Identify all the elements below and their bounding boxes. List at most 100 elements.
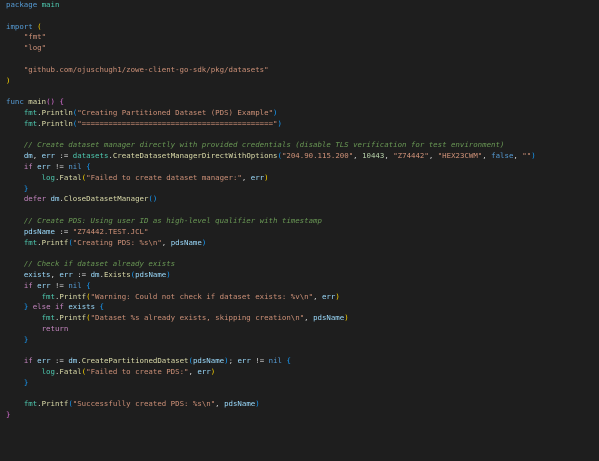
code-token: // Check if dataset already exists <box>23 259 176 269</box>
code-line[interactable] <box>6 130 536 141</box>
code-token: "log" <box>23 43 47 53</box>
code-line[interactable] <box>6 205 536 216</box>
code-line[interactable]: log.Fatal("Failed to create PDS:", err) <box>6 367 536 378</box>
code-token: Println <box>41 118 73 128</box>
code-line[interactable]: dm, err := datasets.CreateDatasetManager… <box>6 151 536 162</box>
code-line[interactable]: } <box>6 410 536 421</box>
code-line[interactable]: return <box>6 324 536 335</box>
code-line[interactable]: } <box>6 184 536 195</box>
code-line[interactable] <box>6 389 536 400</box>
code-line[interactable] <box>6 54 536 65</box>
code-line[interactable]: // Check if dataset already exists <box>6 259 536 270</box>
code-token: ) <box>273 107 278 117</box>
code-token: ) <box>201 237 207 247</box>
code-token: { <box>286 356 291 366</box>
code-token: Printf <box>59 291 87 301</box>
code-line[interactable]: "github.com/ojuschugh1/zowe-client-go-sd… <box>6 65 536 76</box>
code-token: , <box>313 291 322 301</box>
code-token: } <box>23 334 29 344</box>
code-token: pdsName <box>224 399 256 409</box>
code-line[interactable]: package main <box>6 0 536 11</box>
code-token: Printf <box>41 237 69 247</box>
code-token: "HEX23CWM" <box>437 151 483 161</box>
code-token: main <box>41 0 60 9</box>
code-token: := <box>54 151 73 161</box>
code-line[interactable]: fmt.Printf("Successfully created PDS: %s… <box>6 399 536 410</box>
code-token: ( <box>37 21 42 31</box>
code-line[interactable]: fmt.Println("Creating Partitioned Datase… <box>6 108 536 119</box>
code-line[interactable]: func main() { <box>6 97 536 108</box>
code-line[interactable] <box>6 11 536 22</box>
code-token: := <box>54 226 73 236</box>
code-line[interactable]: } <box>6 335 536 346</box>
code-token: "Dataset %s already exists, skipping cre… <box>90 313 305 323</box>
code-token: nil <box>268 356 282 366</box>
code-line[interactable]: if err := dm.CreatePartitionedDataset(pd… <box>6 356 536 367</box>
code-token: } <box>6 410 11 420</box>
code-token: fmt <box>23 118 38 128</box>
code-line[interactable]: fmt.Printf("Dataset %s already exists, s… <box>6 313 536 324</box>
code-line[interactable]: if err != nil { <box>6 162 536 173</box>
code-token: , <box>161 237 171 247</box>
code-line[interactable] <box>6 86 536 97</box>
code-token: datasets <box>72 151 109 161</box>
code-token: Fatal <box>59 367 82 377</box>
code-token: () <box>46 97 55 107</box>
code-line[interactable]: defer dm.CloseDatasetManager() <box>6 194 536 205</box>
code-line[interactable]: if err != nil { <box>6 281 536 292</box>
code-token: dm <box>23 151 33 161</box>
code-line[interactable]: "fmt" <box>6 32 536 43</box>
code-token: , <box>513 151 523 161</box>
code-line[interactable]: exists, err := dm.Exists(pdsName) <box>6 270 536 281</box>
code-token: fmt <box>23 107 38 117</box>
code-token: "Creating PDS: %s\n" <box>72 237 162 247</box>
code-line[interactable]: fmt.Printf("Creating PDS: %s\n", pdsName… <box>6 238 536 249</box>
code-line[interactable]: // Create PDS: Using user ID as high-lev… <box>6 216 536 227</box>
code-token: CreateDatasetManagerDirectWithOptions <box>112 151 278 161</box>
code-line[interactable]: fmt.Println("===========================… <box>6 119 536 130</box>
code-token: CreatePartitionedDataset <box>81 356 189 366</box>
code-token: ) <box>335 291 340 301</box>
code-token: log <box>41 172 55 182</box>
code-token: fmt <box>23 237 38 247</box>
code-token: "=======================================… <box>77 118 278 128</box>
code-token: if <box>54 302 64 312</box>
code-line[interactable] <box>6 248 536 259</box>
code-line[interactable] <box>6 346 536 357</box>
code-token: err <box>41 151 55 161</box>
code-token: ) <box>344 313 349 323</box>
code-line[interactable]: fmt.Printf("Warning: Could not check if … <box>6 292 536 303</box>
code-token: ) <box>277 118 282 128</box>
code-token: err <box>237 356 251 366</box>
code-area[interactable]: package main import ( "fmt" "log" "githu… <box>6 0 536 421</box>
code-token: Exists <box>103 269 131 279</box>
code-token: fmt <box>41 291 55 301</box>
code-token: , <box>482 151 492 161</box>
code-token: if <box>23 356 33 366</box>
code-line[interactable]: } <box>6 378 536 389</box>
code-token: () <box>148 194 158 204</box>
code-editor[interactable]: package main import ( "fmt" "log" "githu… <box>0 0 599 461</box>
code-token: , <box>215 399 225 409</box>
code-token: dm <box>68 356 78 366</box>
code-line[interactable]: "log" <box>6 43 536 54</box>
code-token: ) <box>166 269 171 279</box>
code-line[interactable]: log.Fatal("Failed to create dataset mana… <box>6 173 536 184</box>
code-token: , <box>428 151 438 161</box>
code-line[interactable]: import ( <box>6 22 536 33</box>
code-token: "Failed to create dataset manager:" <box>86 172 242 182</box>
code-token: := <box>72 269 91 279</box>
code-line[interactable]: } else if exists { <box>6 302 536 313</box>
code-line[interactable]: pdsName := "Z74442.TEST.JCL" <box>6 227 536 238</box>
code-line[interactable]: ) <box>6 76 536 87</box>
code-line[interactable]: // Create dataset manager directly with … <box>6 140 536 151</box>
